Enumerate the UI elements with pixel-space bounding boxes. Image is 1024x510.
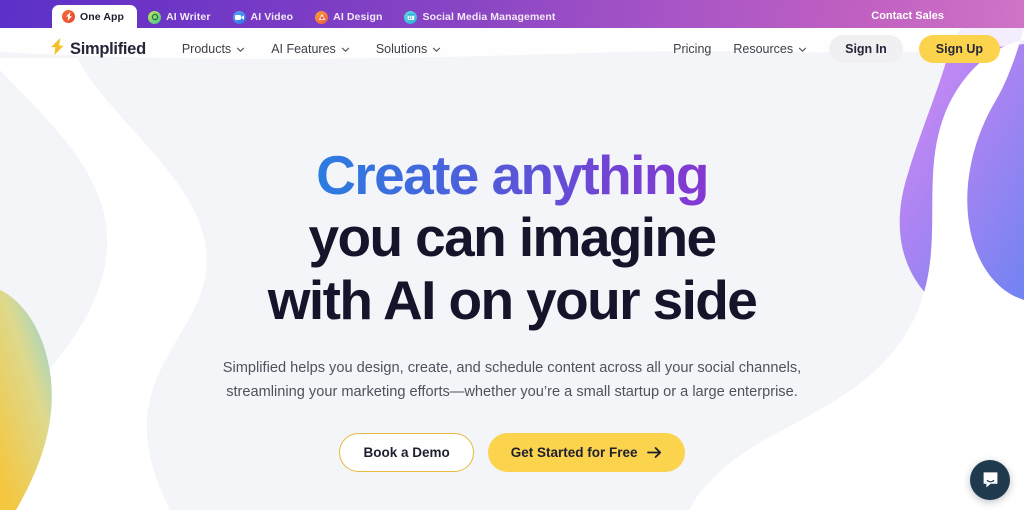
nav-item-ai-features[interactable]: AI Features bbox=[271, 42, 350, 56]
nav-label: Products bbox=[181, 42, 232, 56]
contact-sales-link[interactable]: Contact Sales bbox=[871, 10, 944, 22]
headline-gradient-text: Create anything bbox=[316, 144, 709, 206]
arrow-right-icon bbox=[646, 446, 661, 458]
secondary-nav: Pricing Resources Sign In Sign Up bbox=[673, 35, 1000, 63]
nav-label: Solutions bbox=[375, 42, 428, 56]
tab-label: Social Media Management bbox=[422, 11, 556, 23]
tab-ai-writer[interactable]: AI Writer bbox=[137, 6, 221, 28]
brand-name: Simplified bbox=[70, 39, 146, 58]
sign-in-button[interactable]: Sign In bbox=[829, 35, 903, 63]
simplified-s-icon bbox=[62, 10, 75, 23]
chevron-down-icon bbox=[433, 47, 441, 52]
nav-item-resources[interactable]: Resources bbox=[733, 42, 807, 56]
get-started-label: Get Started for Free bbox=[510, 444, 638, 460]
headline-line-2: you can imagine bbox=[308, 206, 718, 269]
ai-video-icon bbox=[232, 10, 246, 24]
brand-logo[interactable]: Simplified bbox=[50, 38, 146, 60]
tab-social-media-management[interactable]: Social Media Management bbox=[393, 6, 566, 28]
tab-label: AI Video bbox=[250, 11, 294, 23]
chevron-down-icon bbox=[798, 47, 807, 52]
primary-nav-links: Products AI Features Solutions bbox=[182, 42, 441, 56]
book-a-demo-button[interactable]: Book a Demo bbox=[339, 432, 474, 472]
social-media-icon bbox=[404, 10, 418, 24]
tab-label: AI Writer bbox=[166, 11, 211, 23]
lightning-bolt-icon bbox=[50, 38, 65, 60]
hero-cta-row: Book a Demo Get Started for Free bbox=[0, 432, 1024, 472]
hero-section: Create anything you can imagine with AI … bbox=[0, 70, 1024, 472]
subhead-line-1: Simplified helps you design, create, and… bbox=[222, 360, 802, 377]
nav-label: AI Features bbox=[271, 42, 336, 56]
tab-ai-design[interactable]: AI Design bbox=[304, 6, 393, 28]
hero-headline: Create anything you can imagine with AI … bbox=[0, 144, 1024, 331]
nav-label: Pricing bbox=[673, 42, 712, 56]
product-tabs: One App AI Writer AI Video AI Design Soc… bbox=[52, 0, 871, 28]
headline-line-3: with AI on your side bbox=[267, 268, 758, 331]
nav-item-products[interactable]: Products bbox=[182, 42, 245, 56]
chevron-down-icon bbox=[341, 47, 349, 52]
tab-label: AI Design bbox=[333, 11, 383, 23]
chat-launcher-button[interactable] bbox=[970, 460, 1010, 500]
promo-topbar: One App AI Writer AI Video AI Design Soc… bbox=[0, 0, 1024, 28]
page-root: One App AI Writer AI Video AI Design Soc… bbox=[0, 0, 1024, 510]
ai-writer-icon bbox=[148, 10, 162, 24]
main-navbar: Simplified Products AI Features Solution… bbox=[0, 28, 1024, 70]
tab-label: One App bbox=[80, 10, 125, 23]
headline-line-gradient: Create anything bbox=[0, 144, 1024, 206]
tab-ai-video[interactable]: AI Video bbox=[222, 6, 305, 28]
subhead-line-2: streamlining your marketing efforts—whet… bbox=[226, 383, 798, 400]
hero-subheadline: Simplified helps you design, create, and… bbox=[0, 357, 1024, 404]
nav-item-solutions[interactable]: Solutions bbox=[376, 42, 441, 56]
sign-up-button[interactable]: Sign Up bbox=[918, 35, 1000, 63]
chevron-down-icon bbox=[237, 47, 245, 52]
nav-label: Resources bbox=[733, 42, 794, 56]
nav-item-pricing[interactable]: Pricing bbox=[673, 42, 711, 56]
chat-bubble-icon bbox=[983, 471, 997, 487]
get-started-button[interactable]: Get Started for Free bbox=[487, 432, 685, 472]
tab-one-app[interactable]: One App bbox=[52, 5, 138, 28]
ai-design-icon bbox=[315, 10, 329, 24]
